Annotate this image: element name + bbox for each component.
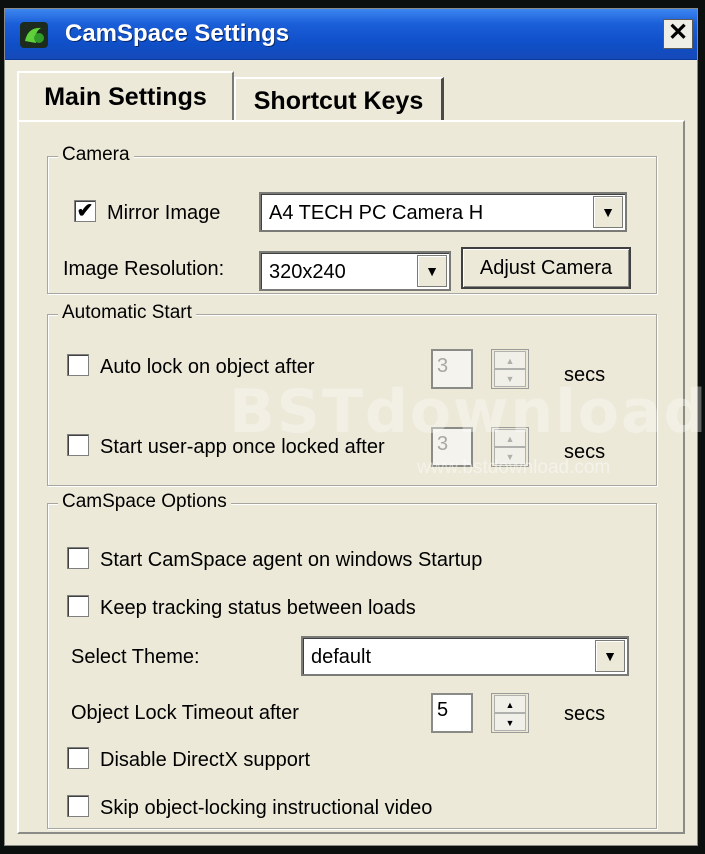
keep-tracking-label: Keep tracking status between loads [100,597,416,619]
camera-device-select[interactable]: A4 TECH PC Camera H ▼ [259,192,627,232]
camera-device-value: A4 TECH PC Camera H [269,202,484,224]
image-resolution-label: Image Resolution: [63,258,225,280]
object-lock-timeout-stepper[interactable]: ▲ ▼ [491,693,529,733]
skip-video-checkbox[interactable] [67,795,89,817]
disable-directx-checkbox[interactable] [67,747,89,769]
spin-up-icon[interactable]: ▲ [494,695,526,713]
start-user-app-checkbox[interactable] [67,434,89,456]
automatic-start-group-title: Automatic Start [58,302,196,324]
auto-lock-checkbox[interactable] [67,354,89,376]
window-title: CamSpace Settings [65,20,290,47]
close-button[interactable]: ✕ [663,19,693,49]
tab-main-settings[interactable]: Main Settings [17,71,234,121]
image-resolution-value: 320x240 [269,261,346,283]
camspace-logo-icon [20,22,48,48]
skip-video-label: Skip object-locking instructional video [100,797,433,819]
mirror-image-label: Mirror Image [107,202,221,224]
tab-shortcut-keys[interactable]: Shortcut Keys [234,77,444,121]
agent-startup-label: Start CamSpace agent on windows Startup [100,549,483,571]
theme-select[interactable]: default ▼ [301,636,629,676]
title-bar[interactable]: CamSpace Settings ✕ [5,9,697,60]
watermark-logo: BSTdownload [229,377,705,447]
camera-group-title: Camera [58,144,134,166]
object-lock-timeout-field[interactable]: 5 [431,693,473,733]
mirror-image-checkbox[interactable]: ✔ [74,200,96,222]
image-resolution-select[interactable]: 320x240 ▼ [259,251,451,291]
chevron-down-icon[interactable]: ▼ [593,196,623,228]
spin-up-icon[interactable]: ▲ [494,351,526,369]
auto-lock-label: Auto lock on object after [100,356,315,378]
keep-tracking-checkbox[interactable] [67,595,89,617]
settings-window: CamSpace Settings ✕ Main Settings Shortc… [4,8,705,846]
theme-value: default [311,646,372,668]
object-lock-timeout-unit: secs [564,703,606,725]
disable-directx-label: Disable DirectX support [100,749,311,771]
chevron-down-icon[interactable]: ▼ [417,255,447,287]
select-theme-label: Select Theme: [71,646,200,668]
object-lock-timeout-label: Object Lock Timeout after [71,702,299,724]
spin-down-icon[interactable]: ▼ [494,713,526,731]
chevron-down-icon[interactable]: ▼ [595,640,625,672]
camspace-options-group-title: CamSpace Options [58,491,231,513]
adjust-camera-button[interactable]: Adjust Camera [461,247,631,289]
agent-startup-checkbox[interactable] [67,547,89,569]
watermark-url: www.bstdownload.com [417,457,611,478]
